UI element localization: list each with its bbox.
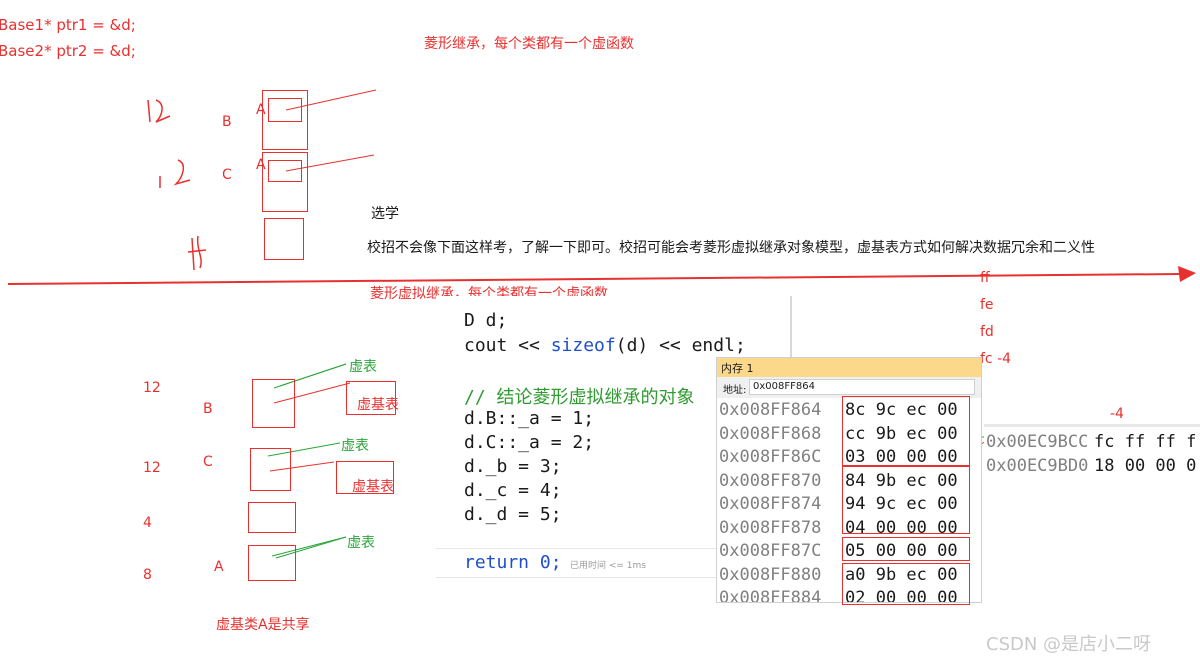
highlight-a-part [842,563,970,605]
memory-window-titlebar[interactable]: 内存 1 [717,358,981,377]
memory-row: 0x00EC9BCC fc ff ff f [986,432,1197,452]
watermark: CSDN @是店小二呀 [986,634,1152,655]
code-line-assign-cc: d._c = 4; [464,480,562,501]
bottom-a-box [248,545,296,581]
bottom-d-box [248,502,296,533]
note-fc: fc -4 [980,351,1012,367]
vbtable-label-2: 虚基表 [352,479,394,495]
code-line-cout: cout << sizeof(d) << endl; [464,335,746,356]
code-line-decl: D d; [464,310,508,331]
note-fe: fe [980,297,994,313]
memory-address-bar: 地址: 0x008FF864 [717,377,981,398]
highlight-d-part [842,537,970,561]
code-line-assign-dd: d._d = 5; [464,504,562,525]
size-d: 4 [143,515,152,531]
shared-virtual-base-note: 虚基类A是共享 [216,617,310,633]
elapsed-time-hint: 已用时间 <= 1ms [570,561,646,571]
note-ff: ff [980,270,990,286]
bottom-label-a: A [214,559,224,575]
memory-fragment: 0x00EC9BCC fc ff ff f 0x00EC9BD0 18 00 00 … [984,424,1200,480]
vtable-label-1: 虚表 [349,359,377,375]
size-c: 12 [143,460,161,476]
size-a: 8 [143,567,152,583]
memory-row: 0x00EC9BD0 18 00 00 0 [986,456,1197,476]
vtable-label-2: 虚表 [341,438,369,454]
memory-window-title: 内存 1 [721,362,754,375]
note-minus4: -4 [1110,406,1124,422]
vtable-label-3: 虚表 [347,535,375,551]
code-line-assign-b: d.B::_a = 1; [464,408,595,429]
bottom-b-box [252,379,295,428]
bottom-label-c: C [203,454,213,470]
address-label: 地址: [723,385,747,396]
bottom-label-b: B [203,401,213,417]
code-line-assign-bb: d._b = 3; [464,456,562,477]
highlight-c-part [842,466,970,534]
code-line-return: return 0; [464,552,562,573]
vbtable-label-1: 虚基表 [357,397,399,413]
address-input[interactable]: 0x008FF864 [749,379,975,395]
size-b: 12 [143,380,161,396]
bottom-c-box [250,448,291,491]
code-comment: // 结论菱形虚拟继承的对象 [464,387,695,408]
address-value: 0x008FF864 [753,381,815,392]
highlight-b-part [842,396,970,466]
note-fd: fd [980,324,994,340]
code-line-assign-c: d.C::_a = 2; [464,432,595,453]
